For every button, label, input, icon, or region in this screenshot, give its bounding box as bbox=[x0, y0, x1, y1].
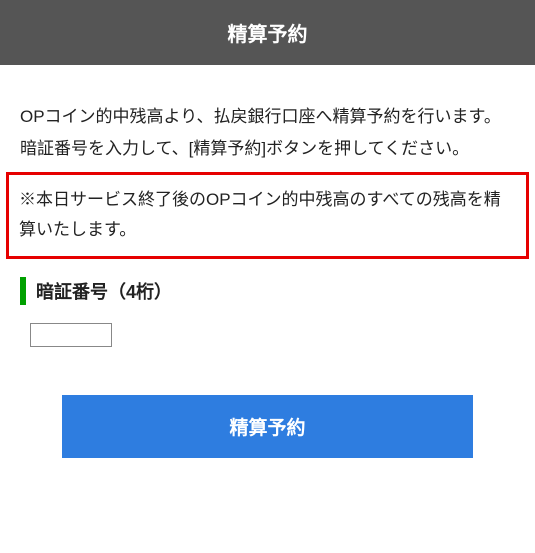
page-header: 精算予約 bbox=[0, 0, 535, 65]
description-block: OPコイン的中残高より、払戻銀行口座へ精算予約を行います。 暗証番号を入力して、… bbox=[20, 101, 515, 166]
pin-input[interactable] bbox=[30, 323, 112, 347]
field-label-row: 暗証番号（4桁） bbox=[20, 277, 515, 305]
description-line-2: 暗証番号を入力して、[精算予約]ボタンを押してください。 bbox=[20, 133, 515, 165]
content-area: OPコイン的中残高より、払戻銀行口座へ精算予約を行います。 暗証番号を入力して、… bbox=[0, 65, 535, 478]
green-accent-bar bbox=[20, 277, 26, 305]
description-line-1: OPコイン的中残高より、払戻銀行口座へ精算予約を行います。 bbox=[20, 101, 515, 133]
submit-button[interactable]: 精算予約 bbox=[62, 395, 473, 458]
notice-box: ※本日サービス終了後のOPコイン的中残高のすべての残高を精算いたします。 bbox=[6, 172, 529, 259]
pin-field-group: 暗証番号（4桁） bbox=[20, 277, 515, 347]
submit-row: 精算予約 bbox=[20, 395, 515, 458]
page-title: 精算予約 bbox=[228, 24, 308, 46]
submit-button-label: 精算予約 bbox=[229, 418, 305, 439]
notice-text: ※本日サービス終了後のOPコイン的中残高のすべての残高を精算いたします。 bbox=[19, 190, 501, 240]
pin-field-label: 暗証番号（4桁） bbox=[36, 278, 172, 304]
